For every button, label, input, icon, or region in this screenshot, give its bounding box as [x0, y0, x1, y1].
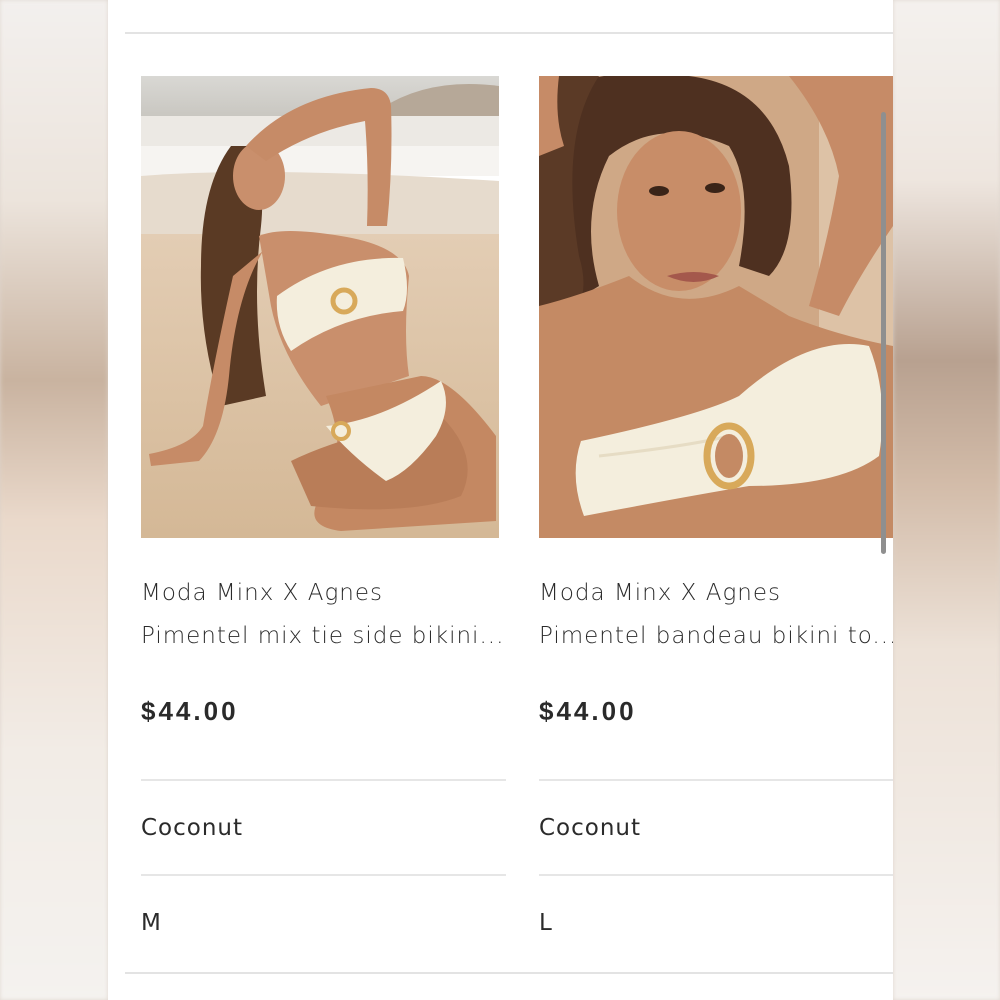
blurred-background-left: [0, 0, 108, 1000]
product-price-1: $44.00: [141, 696, 239, 726]
scrollbar[interactable]: [881, 112, 886, 554]
product-color-1: Coconut: [141, 814, 244, 841]
product-card-2[interactable]: Moda Minx X Agnes Pimentel bandeau bikin…: [539, 76, 893, 969]
product-size-2: L: [539, 909, 553, 936]
product-list-panel: Moda Minx X Agnes Pimentel mix tie side …: [108, 0, 893, 1000]
product-title-line-2[interactable]: Pimentel bandeau bikini to...: [539, 615, 893, 658]
product-price-2: $44.00: [539, 696, 637, 726]
product-image-2[interactable]: [539, 76, 893, 538]
product-size-1: M: [141, 909, 162, 936]
product-image-1[interactable]: [141, 76, 499, 538]
product-title-line-2[interactable]: Pimentel mix tie side bikini...: [141, 615, 506, 658]
product-title-1[interactable]: Moda Minx X Agnes Pimentel mix tie side …: [141, 572, 506, 658]
product-title-line-1[interactable]: Moda Minx X Agnes: [539, 572, 893, 615]
top-divider: [125, 32, 893, 34]
product-title-line-1[interactable]: Moda Minx X Agnes: [141, 572, 506, 615]
blurred-background-right: [893, 0, 1000, 1000]
product-title-2[interactable]: Moda Minx X Agnes Pimentel bandeau bikin…: [539, 572, 893, 658]
bottom-divider: [125, 972, 893, 974]
product-card-1[interactable]: Moda Minx X Agnes Pimentel mix tie side …: [141, 76, 506, 969]
product-color-2: Coconut: [539, 814, 642, 841]
